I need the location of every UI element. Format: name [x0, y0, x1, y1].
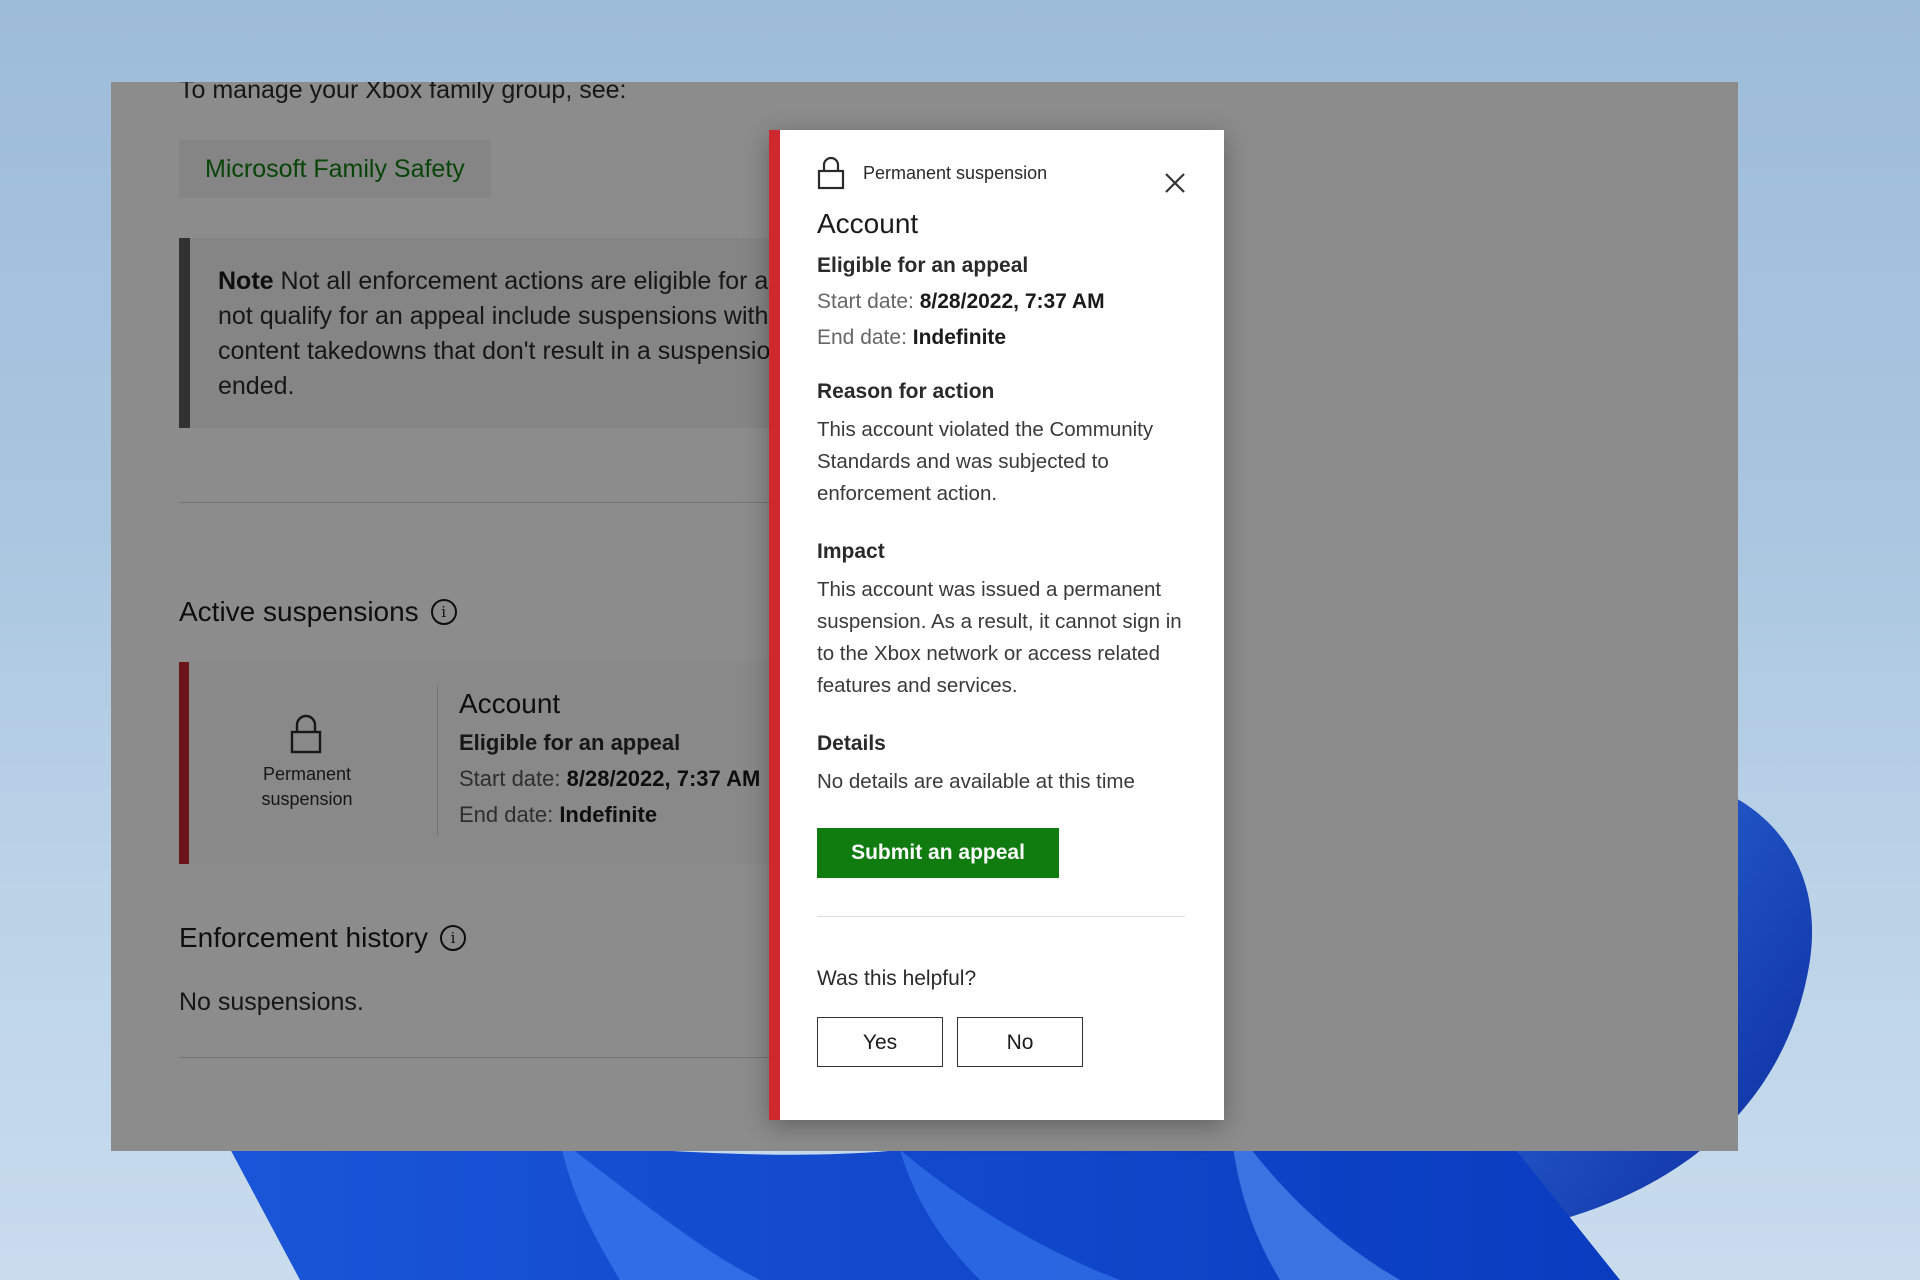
- dialog-body: Account Eligible for an appeal Start dat…: [817, 208, 1187, 1067]
- suspension-details-dialog: Permanent suspension Account Eligible fo…: [769, 130, 1224, 1120]
- lock-icon: [817, 156, 845, 190]
- feedback-buttons: Yes No: [817, 1017, 1187, 1067]
- details-text: No details are available at this time: [817, 770, 1135, 793]
- submit-appeal-button[interactable]: Submit an appeal: [817, 828, 1059, 878]
- dialog-end-date: End date: Indefinite: [817, 326, 1187, 350]
- reason-text: This account violated the Community Stan…: [817, 418, 1154, 505]
- no-button[interactable]: No: [957, 1017, 1083, 1067]
- yes-button[interactable]: Yes: [817, 1017, 943, 1067]
- dialog-start-date: Start date: 8/28/2022, 7:37 AM: [817, 290, 1187, 314]
- dialog-header: Permanent suspension: [817, 156, 1047, 190]
- start-date-label: Start date:: [817, 290, 914, 313]
- end-date-label: End date:: [817, 326, 907, 349]
- start-date-value: 8/28/2022, 7:37 AM: [919, 290, 1105, 313]
- close-icon[interactable]: [1162, 170, 1188, 196]
- dialog-divider: [817, 916, 1185, 917]
- impact-heading: Impact: [817, 540, 885, 563]
- details-heading: Details: [817, 732, 886, 755]
- end-date-value: Indefinite: [912, 326, 1007, 349]
- reason-heading: Reason for action: [817, 380, 995, 403]
- helpful-question: Was this helpful?: [817, 967, 977, 990]
- dialog-title: Account: [817, 208, 919, 239]
- dialog-header-label: Permanent suspension: [863, 162, 1048, 183]
- dialog-eligibility: Eligible for an appeal: [817, 254, 1029, 277]
- impact-text: This account was issued a permanent susp…: [817, 578, 1182, 697]
